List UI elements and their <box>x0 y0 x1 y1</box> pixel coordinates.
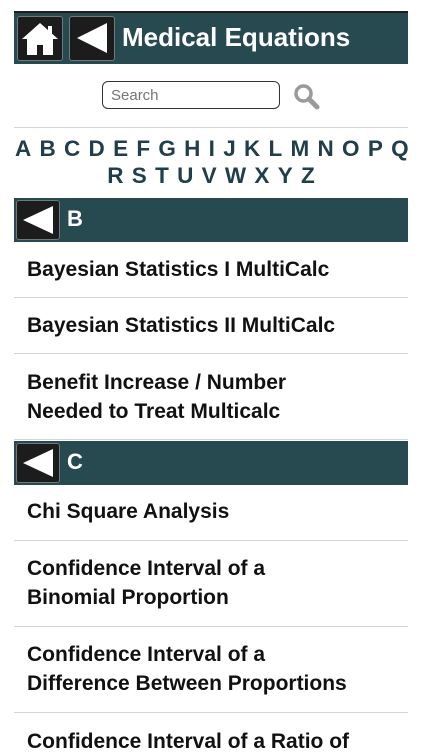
search-icon[interactable] <box>292 82 320 110</box>
section-back-button[interactable] <box>16 443 60 483</box>
index-letter-v[interactable]: V <box>202 163 217 189</box>
index-letter-k[interactable]: K <box>244 136 260 162</box>
index-letter-r[interactable]: R <box>107 163 123 189</box>
divider <box>14 127 408 128</box>
list-item-label: Chi Square Analysis <box>27 500 230 523</box>
index-letter-p[interactable]: P <box>368 136 383 162</box>
index-letter-g[interactable]: G <box>158 136 176 162</box>
list-item[interactable]: Chi Square Analysis <box>14 485 408 541</box>
index-letter-h[interactable]: H <box>184 136 200 162</box>
search-input[interactable] <box>102 81 280 109</box>
back-button[interactable] <box>69 16 115 61</box>
section-header-b: B <box>14 198 408 242</box>
index-letter-m[interactable]: M <box>291 136 310 162</box>
index-letter-o[interactable]: O <box>342 136 360 162</box>
section-letter: C <box>67 449 83 474</box>
list-item[interactable]: Confidence Interval of a Ratio of <box>14 713 408 753</box>
list-item-label: Bayesian Statistics I MultiCalc <box>27 258 330 281</box>
index-letter-e[interactable]: E <box>113 136 128 162</box>
list-item[interactable]: Bayesian Statistics I MultiCalc <box>14 242 408 298</box>
index-letter-b[interactable]: B <box>40 136 56 162</box>
index-letter-l[interactable]: L <box>268 136 282 162</box>
list-item-label: Benefit Increase / Number Needed to Trea… <box>27 371 287 423</box>
index-letter-z[interactable]: Z <box>301 163 315 189</box>
section-header-c: C <box>14 441 408 485</box>
index-letter-u[interactable]: U <box>177 163 193 189</box>
index-letter-i[interactable]: I <box>209 136 215 162</box>
alphabet-index-row-1: A B C D E F G H I J K L M N O P Q <box>14 136 409 162</box>
back-arrow-icon <box>77 23 107 53</box>
list-item[interactable]: Bayesian Statistics II MultiCalc <box>14 298 408 354</box>
list-item-label: Bayesian Statistics II MultiCalc <box>27 314 336 337</box>
list-item[interactable]: Confidence Interval of a Binomial Propor… <box>14 541 408 627</box>
index-letter-f[interactable]: F <box>136 136 150 162</box>
index-letter-a[interactable]: A <box>15 136 31 162</box>
alphabet-index-row-2: R S T U V W X Y Z <box>14 163 408 189</box>
index-letter-q[interactable]: Q <box>391 136 409 162</box>
list-item-label: Confidence Interval of a Binomial Propor… <box>27 557 266 609</box>
list-item[interactable]: Confidence Interval of a Difference Betw… <box>14 627 408 713</box>
index-letter-d[interactable]: D <box>89 136 105 162</box>
index-letter-y[interactable]: Y <box>278 163 293 189</box>
back-arrow-icon <box>23 206 53 234</box>
home-button[interactable] <box>17 16 63 61</box>
index-letter-w[interactable]: W <box>225 163 246 189</box>
section-back-button[interactable] <box>16 200 60 240</box>
header-bar: Medical Equations <box>14 13 408 64</box>
section-letter: B <box>67 206 83 231</box>
home-icon <box>22 23 58 55</box>
index-letter-s[interactable]: S <box>132 163 147 189</box>
list-item-label: Confidence Interval of a Ratio of <box>27 730 350 753</box>
list-item-label: Confidence Interval of a Difference Betw… <box>27 643 347 695</box>
index-letter-t[interactable]: T <box>155 163 169 189</box>
index-letter-n[interactable]: N <box>318 136 334 162</box>
index-letter-x[interactable]: X <box>254 163 269 189</box>
index-letter-c[interactable]: C <box>64 136 80 162</box>
back-arrow-icon <box>23 449 53 477</box>
list-item[interactable]: Benefit Increase / Number Needed to Trea… <box>14 354 408 440</box>
index-letter-j[interactable]: J <box>223 136 236 162</box>
page-title: Medical Equations <box>122 22 351 52</box>
